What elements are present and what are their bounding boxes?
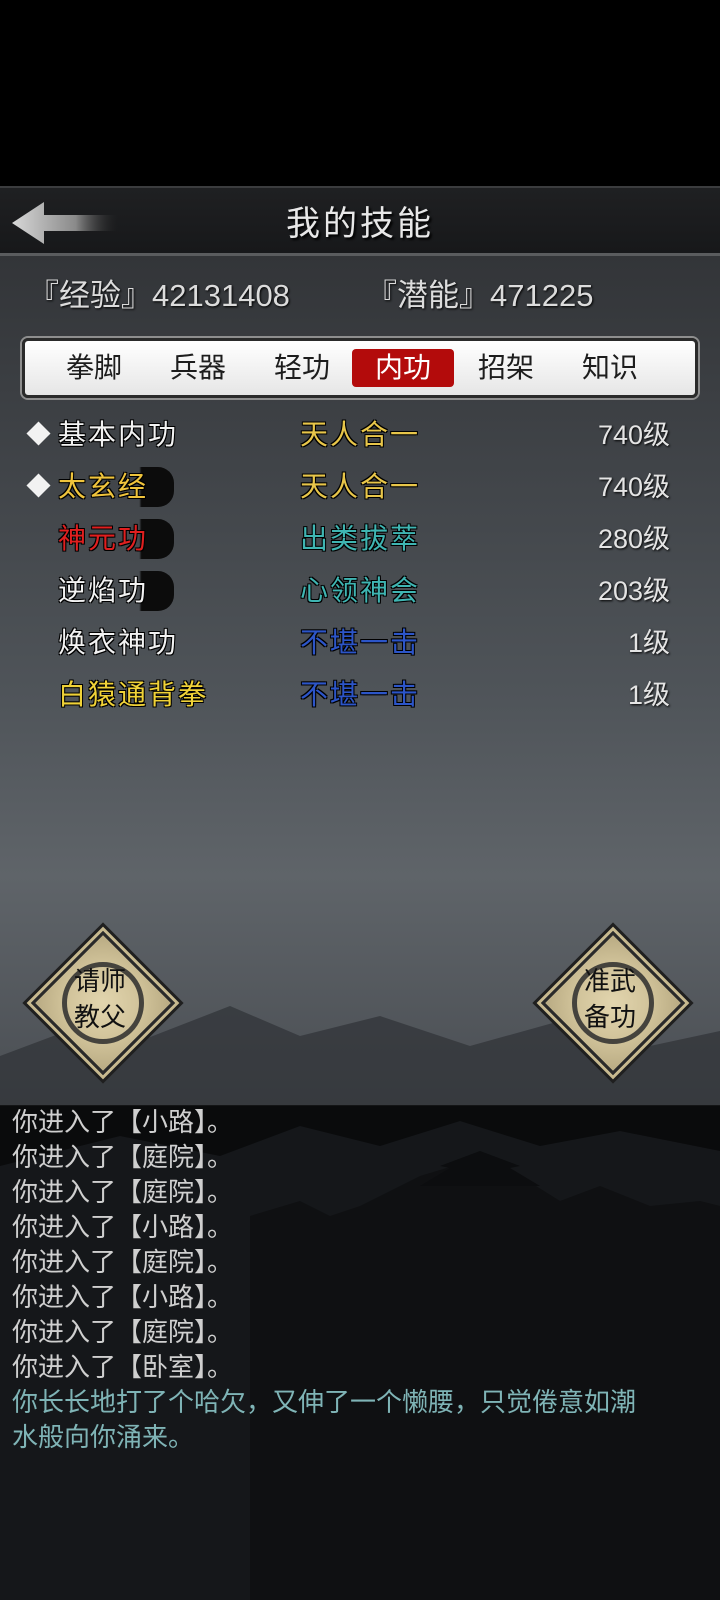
log-line: 你进入了【庭院】。 <box>12 1248 234 1278</box>
skill-row[interactable]: 基本内功 天人合一 740级 <box>22 411 698 463</box>
skill-row[interactable]: 神元功 出类拔萃 280级 <box>22 515 698 567</box>
log-line: 你进入了【卧室】。 <box>12 1353 234 1383</box>
skill-name: 白猿通背拳 <box>58 678 209 711</box>
skill-row[interactable]: 白猿通背拳 不堪一击 1级 <box>22 671 698 723</box>
skill-list: 基本内功 天人合一 740级 太玄经 天人合一 740级 神元功 出类拔萃 28… <box>22 405 698 925</box>
skill-level-text: 天人合一 <box>300 470 421 503</box>
skill-name: 焕衣神功 <box>58 626 179 659</box>
log-line: 你进入了【小路】。 <box>12 1213 234 1243</box>
log-line: 你长长地打了个哈欠，又伸了一个懒腰，只觉倦意如潮 <box>12 1388 637 1418</box>
skill-row[interactable]: 焕衣神功 不堪一击 1级 <box>22 619 698 671</box>
skill-row[interactable]: 逆焰功 心领神会 203级 <box>22 567 698 619</box>
log-line: 你进入了【庭院】。 <box>12 1318 234 1348</box>
skill-rank: 1级 <box>627 680 670 710</box>
tab-neigong[interactable]: 内功 <box>352 349 454 387</box>
log-line: 你进入了【小路】。 <box>12 1283 234 1313</box>
log-lines: 你进入了【小路】。 你进入了【庭院】。 你进入了【庭院】。 你进入了【小路】。 … <box>12 1106 712 1456</box>
skill-category-tabs: 拳脚 兵器 轻功 内功 招架 知识 <box>22 338 698 398</box>
skill-rank: 280级 <box>597 524 670 554</box>
log-line: 水般向你涌来。 <box>12 1423 195 1453</box>
tab-bingqi[interactable]: 兵器 <box>147 349 249 387</box>
skill-level-text: 天人合一 <box>300 418 421 451</box>
tab-qinggong[interactable]: 轻功 <box>251 349 353 387</box>
button-label-line1: 请师 <box>73 967 126 997</box>
skill-rank: 740级 <box>597 472 670 502</box>
skill-level-text: 出类拔萃 <box>300 522 421 555</box>
skill-rank: 203级 <box>597 576 670 606</box>
tab-zhaojia[interactable]: 招架 <box>455 349 557 387</box>
tab-quanjiao[interactable]: 拳脚 <box>43 349 145 387</box>
skill-name: 逆焰功 <box>58 571 175 611</box>
log-line: 你进入了【庭院】。 <box>12 1143 234 1173</box>
button-label-line1: 准武 <box>583 967 636 997</box>
skill-level-text: 不堪一击 <box>300 626 421 659</box>
screen: 我的技能 『经验』42131408 『潜能』471225 拳脚 兵器 轻功 内功… <box>0 0 720 1600</box>
skill-name: 基本内功 <box>58 418 179 451</box>
log-line: 你进入了【庭院】。 <box>12 1178 234 1208</box>
button-label-line2: 备功 <box>583 1003 636 1033</box>
button-label-line2: 教父 <box>73 1003 126 1033</box>
tab-zhishi[interactable]: 知识 <box>559 349 661 387</box>
marked-diamond-icon <box>26 421 51 446</box>
potential-stat: 『潜能』471225 <box>366 278 594 313</box>
page-title: 我的技能 <box>286 204 434 244</box>
log-line: 你进入了【小路】。 <box>12 1108 234 1138</box>
message-log[interactable]: 你进入了【小路】。 你进入了【庭院】。 你进入了【庭院】。 你进入了【小路】。 … <box>0 1106 720 1600</box>
prepare-skill-button[interactable]: 准武 备功 <box>540 930 686 1076</box>
skill-level-text: 心领神会 <box>300 574 421 607</box>
ask-master-button[interactable]: 请师 教父 <box>30 930 176 1076</box>
skill-rank: 740级 <box>597 420 670 450</box>
skill-name: 神元功 <box>58 519 175 559</box>
experience-stat: 『经验』42131408 <box>28 278 290 313</box>
skill-level-text: 不堪一击 <box>300 678 421 711</box>
skill-name: 太玄经 <box>58 467 175 507</box>
skill-row[interactable]: 太玄经 天人合一 740级 <box>22 463 698 515</box>
marked-diamond-icon <box>26 473 51 498</box>
skill-rank: 1级 <box>627 628 670 658</box>
